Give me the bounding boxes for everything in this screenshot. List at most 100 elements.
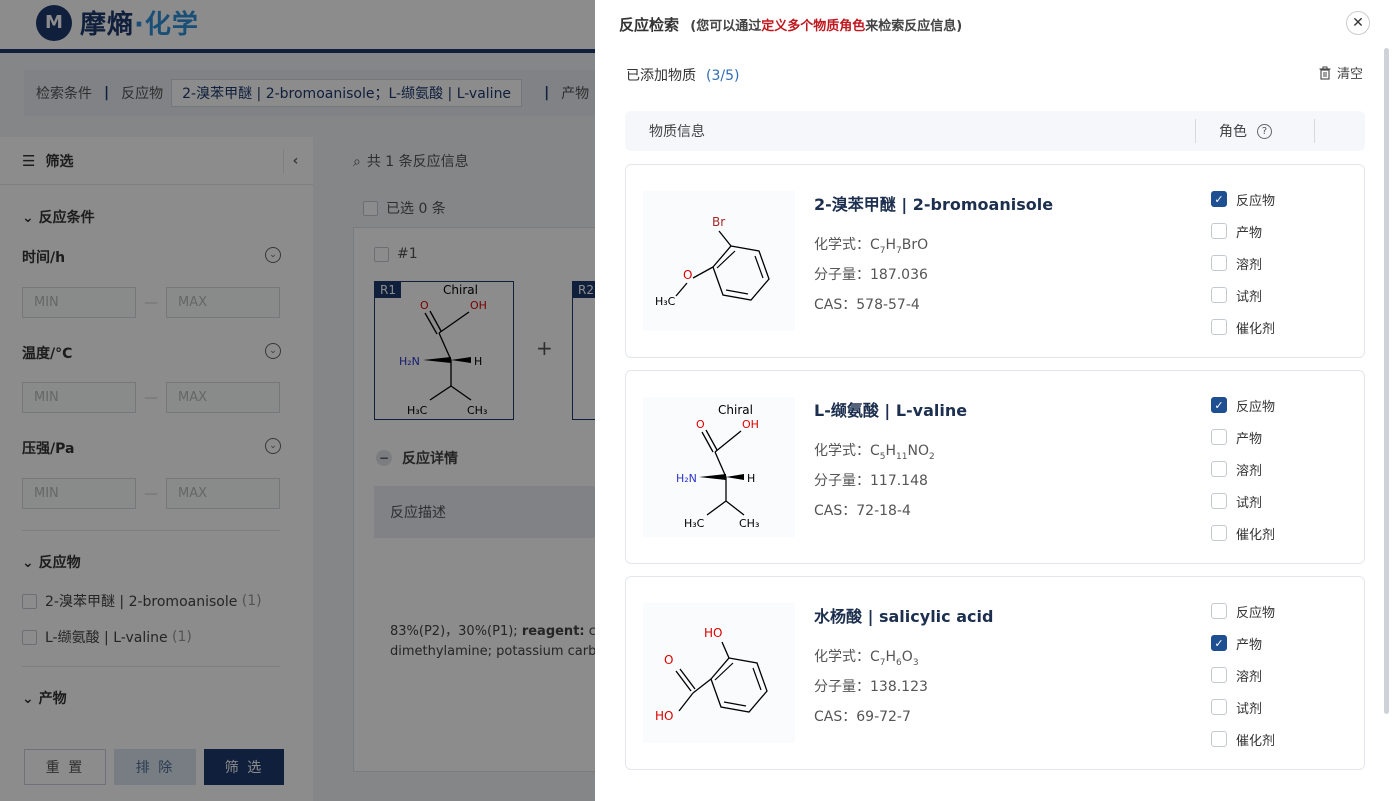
svg-text:O: O <box>683 268 692 282</box>
substance-card: Chiral O OH H₂N H H₃C CH₃ L-缬氨酸 | L-vali… <box>625 370 1365 564</box>
role-label: 溶剂 <box>1236 669 1263 685</box>
role-option[interactable]: 溶剂 <box>1211 247 1275 279</box>
structure-image: HO O HO <box>643 603 795 743</box>
substance-name: 2-溴苯甲醚 | 2-bromoanisole <box>814 195 1054 214</box>
role-checkbox[interactable] <box>1211 287 1227 303</box>
close-icon: ✕ <box>1352 15 1364 31</box>
role-checkbox[interactable] <box>1211 699 1227 715</box>
role-label: 产物 <box>1236 431 1263 447</box>
substance-card: HO O HO 水杨酸 | salicylic acid 化学式：C7H6O3 … <box>625 576 1365 770</box>
svg-text:CH₃: CH₃ <box>739 517 759 530</box>
role-label: 溶剂 <box>1236 463 1263 479</box>
role-label: 产物 <box>1236 225 1263 241</box>
svg-text:H₃C: H₃C <box>684 517 705 530</box>
role-option[interactable]: 溶剂 <box>1211 453 1275 485</box>
svg-text:Chiral: Chiral <box>718 403 753 417</box>
role-label: 催化剂 <box>1236 321 1276 337</box>
svg-text:HO: HO <box>704 626 722 640</box>
role-option[interactable]: 试剂 <box>1211 485 1275 517</box>
svg-text:H₂N: H₂N <box>676 472 697 485</box>
cas-number: CAS：72-18-4 <box>814 503 911 519</box>
role-label: 试剂 <box>1236 495 1263 511</box>
close-button[interactable]: ✕ <box>1346 11 1370 35</box>
role-label: 催化剂 <box>1236 733 1276 749</box>
substance-name: 水杨酸 | salicylic acid <box>814 607 994 626</box>
role-list: 反应物 ✓ 产物溶剂试剂催化剂 <box>1211 595 1275 755</box>
svg-text:H: H <box>747 472 755 485</box>
structure-image: Chiral O OH H₂N H H₃C CH₃ <box>643 397 795 537</box>
svg-text:O: O <box>664 653 673 667</box>
role-option[interactable]: 试剂 <box>1211 691 1275 723</box>
role-checkbox[interactable] <box>1211 429 1227 445</box>
substance-card: Br O H₃C 2-溴苯甲醚 | 2-bromoanisole 化学式：C7H… <box>625 164 1365 358</box>
molecular-weight: 分子量：187.036 <box>814 267 928 283</box>
role-option[interactable]: 溶剂 <box>1211 659 1275 691</box>
reaction-search-drawer: 反应检索 (您可以通过定义多个物质角色来检索反应信息) ✕ 已添加物质 (3/5)… <box>595 0 1394 801</box>
role-option[interactable]: 催化剂 <box>1211 311 1275 343</box>
role-label: 反应物 <box>1236 605 1276 621</box>
role-option[interactable]: 催化剂 <box>1211 723 1275 755</box>
role-list: ✓ 反应物产物溶剂试剂催化剂 <box>1211 183 1275 343</box>
role-checkbox[interactable] <box>1211 525 1227 541</box>
role-option[interactable]: 催化剂 <box>1211 517 1275 549</box>
role-option[interactable]: ✓ 反应物 <box>1211 183 1275 215</box>
role-label: 反应物 <box>1236 399 1276 415</box>
trash-icon <box>1319 66 1331 80</box>
role-checkbox-checked[interactable]: ✓ <box>1211 635 1227 651</box>
svg-text:O: O <box>696 418 705 431</box>
role-option[interactable]: ✓ 反应物 <box>1211 389 1275 421</box>
svg-text:HO: HO <box>655 709 673 723</box>
cas-number: CAS：69-72-7 <box>814 709 911 725</box>
added-substances-count: (3/5) <box>706 68 740 84</box>
drawer-title-text: 反应检索 <box>619 16 680 34</box>
role-checkbox[interactable] <box>1211 603 1227 619</box>
role-checkbox[interactable] <box>1211 493 1227 509</box>
role-checkbox-checked[interactable]: ✓ <box>1211 397 1227 413</box>
formula: 化学式：C5H11NO2 <box>814 443 935 462</box>
clear-label: 清空 <box>1337 67 1364 82</box>
role-label: 反应物 <box>1236 193 1276 209</box>
drawer-title: 反应检索 (您可以通过定义多个物质角色来检索反应信息) <box>619 14 962 35</box>
salicylic-acid-structure: HO O HO <box>655 626 768 723</box>
formula: 化学式：C7H6O3 <box>814 649 919 668</box>
role-checkbox[interactable] <box>1211 731 1227 747</box>
added-substances: 已添加物质 (3/5) <box>626 65 739 85</box>
substance-table-header: 物质信息 角色? <box>625 111 1365 151</box>
bromoanisole-structure: Br O H₃C <box>655 215 770 308</box>
svg-text:Br: Br <box>712 215 725 229</box>
valine-structure: Chiral O OH H₂N H H₃C CH₃ <box>676 403 759 530</box>
role-option[interactable]: 试剂 <box>1211 279 1275 311</box>
role-option[interactable]: 反应物 <box>1211 595 1275 627</box>
role-label: 试剂 <box>1236 289 1263 305</box>
scrollbar[interactable] <box>1384 48 1389 714</box>
molecular-weight: 分子量：117.148 <box>814 473 928 489</box>
role-list: ✓ 反应物产物溶剂试剂催化剂 <box>1211 389 1275 549</box>
svg-text:H₃C: H₃C <box>655 295 676 308</box>
substance-name: L-缬氨酸 | L-valine <box>814 401 968 420</box>
added-substances-label: 已添加物质 <box>626 68 696 84</box>
svg-text:OH: OH <box>742 418 759 431</box>
role-label: 溶剂 <box>1236 257 1263 273</box>
clear-button[interactable]: 清空 <box>1318 63 1363 82</box>
role-checkbox[interactable] <box>1211 667 1227 683</box>
role-checkbox-checked[interactable]: ✓ <box>1211 191 1227 207</box>
molecular-weight: 分子量：138.123 <box>814 679 928 695</box>
formula: 化学式：C7H7BrO <box>814 237 929 256</box>
role-option[interactable]: 产物 <box>1211 421 1275 453</box>
role-label: 催化剂 <box>1236 527 1276 543</box>
role-option[interactable]: ✓ 产物 <box>1211 627 1275 659</box>
col-role: 角色? <box>1219 121 1272 141</box>
role-label: 产物 <box>1236 637 1263 653</box>
role-option[interactable]: 产物 <box>1211 215 1275 247</box>
role-checkbox[interactable] <box>1211 461 1227 477</box>
drawer-hint: (您可以通过定义多个物质角色来检索反应信息) <box>690 19 963 34</box>
role-checkbox[interactable] <box>1211 223 1227 239</box>
role-checkbox[interactable] <box>1211 255 1227 271</box>
structure-image: Br O H₃C <box>643 191 795 331</box>
role-checkbox[interactable] <box>1211 319 1227 335</box>
cas-number: CAS：578-57-4 <box>814 297 920 313</box>
help-icon[interactable]: ? <box>1257 123 1272 139</box>
role-label: 试剂 <box>1236 701 1263 717</box>
col-role-label: 角色 <box>1219 124 1247 140</box>
col-substance-info: 物质信息 <box>649 124 705 140</box>
